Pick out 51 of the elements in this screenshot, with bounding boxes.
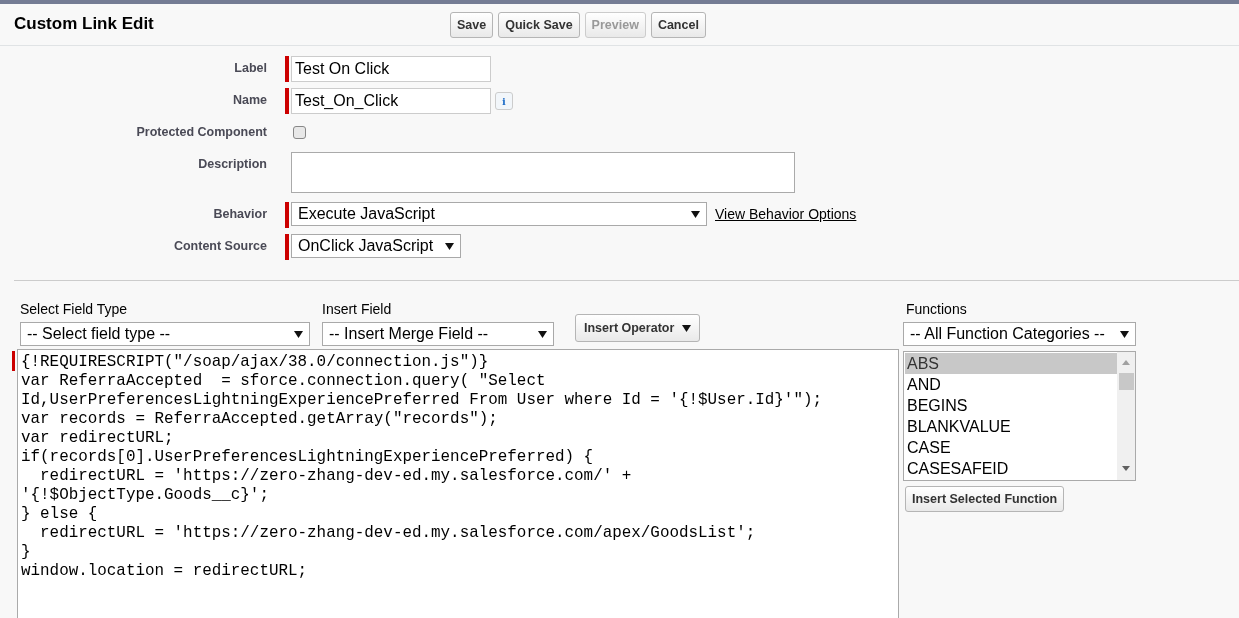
code-line: } else { (21, 505, 98, 524)
dropdown[interactable]: OnClick JavaScript (291, 234, 461, 258)
field-label: Content Source (172, 238, 267, 255)
dropdown[interactable]: -- Select field type -- (20, 322, 310, 346)
field-label: Insert Field (322, 300, 393, 319)
input-field[interactable]: Test_On_Click (291, 88, 491, 114)
field-label: Label (233, 60, 267, 77)
dropdown[interactable]: Execute JavaScript (291, 202, 707, 226)
code-line: var records = ReferraAccepted.getArray("records"); (21, 410, 498, 429)
code-line: Id,UserPreferencesLightningExperiencePreferred From User where Id = '{!$User.Id}'"); (21, 391, 823, 410)
caret-icon (682, 324, 692, 332)
field-label: Functions (906, 300, 968, 319)
code-line: } (21, 543, 31, 562)
code-line: if(records[0].UserPreferencesLightningExperiencePreferred) { (21, 448, 594, 467)
input-field[interactable]: Test On Click (291, 56, 491, 82)
code-line: redirectURL = 'https://zero-zhang-dev-ed.my.salesforce.com/' + (39, 467, 632, 486)
code-line: var ReferraAccepted = sforce.connection.query( "Select (21, 372, 546, 391)
dropdown[interactable]: -- Insert Merge Field -- (322, 322, 554, 346)
dropdown[interactable]: -- All Function Categories -- (903, 322, 1136, 346)
page-title: Custom Link Edit (14, 14, 155, 35)
code-line: '{!$ObjectType.Goods__c}'; (21, 486, 269, 505)
caret-icon (1120, 330, 1129, 338)
checkbox[interactable] (293, 126, 306, 139)
field-label: Name (231, 92, 267, 109)
list-item[interactable]: ABS (905, 353, 1117, 374)
list-item[interactable]: BLANKVALUE (905, 416, 1117, 437)
code-line: window.location = redirectURL; (21, 562, 308, 581)
toolbar-button[interactable]: Quick Save (498, 11, 580, 38)
list-item[interactable]: AND (905, 374, 1117, 395)
link[interactable]: View Behavior Options (715, 204, 857, 225)
caret-icon (538, 330, 547, 338)
scrollbar[interactable] (1117, 352, 1135, 480)
toolbar-button[interactable]: Cancel (650, 11, 706, 38)
insert-function-button[interactable]: Insert Selected Function (905, 486, 1065, 512)
list-item[interactable]: BEGINS (905, 395, 1117, 416)
list-item[interactable]: CASESAFEID (905, 458, 1117, 479)
field-label: Description (197, 156, 267, 173)
caret-icon (445, 242, 454, 250)
field-label: Select Field Type (20, 300, 129, 319)
caret-icon (294, 330, 303, 338)
dropdown-button[interactable]: Insert Operator (575, 314, 701, 342)
code-line: var redirectURL; (21, 429, 174, 448)
field-label: Protected Component (135, 124, 267, 141)
caret-icon (691, 210, 700, 218)
text-area[interactable] (291, 152, 795, 193)
code-line: {!REQUIRESCRIPT("/soap/ajax/38.0/connection.js")} (21, 353, 489, 372)
list-item[interactable]: CASE (905, 437, 1117, 458)
field-label: Behavior (212, 206, 267, 223)
toolbar-button[interactable]: Save (450, 11, 494, 38)
code-line: redirectURL = 'https://zero-zhang-dev-ed.my.salesforce.com/apex/GoodsList'; (39, 524, 756, 543)
info-icon[interactable]: i (495, 92, 513, 110)
